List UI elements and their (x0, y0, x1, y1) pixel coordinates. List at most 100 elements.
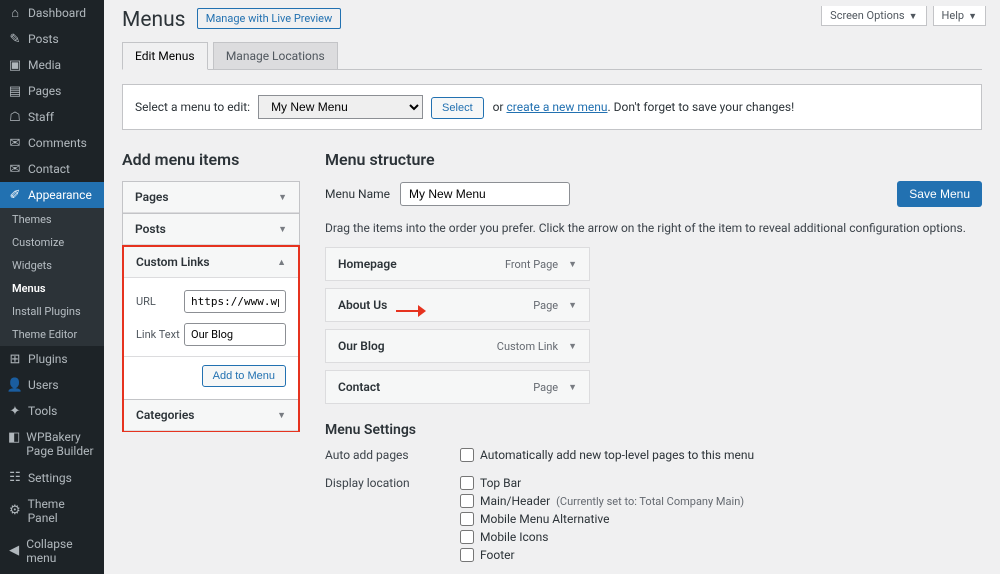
triangle-up-icon: ▲ (277, 257, 286, 268)
help-label: Help (942, 9, 965, 22)
menu-item[interactable]: Our BlogCustom Link▼ (325, 329, 590, 363)
sidebar-item-staff[interactable]: ☖Staff (0, 104, 104, 130)
panel-pages[interactable]: Pages ▼ (123, 182, 299, 213)
menu-structure-heading: Menu structure (325, 150, 982, 169)
sidebar-sub-editor[interactable]: Theme Editor (0, 323, 104, 346)
sidebar-sub-menus[interactable]: Menus (0, 277, 104, 300)
screen-options-tab[interactable]: Screen Options▼ (821, 6, 926, 26)
or-text: or (493, 100, 504, 114)
panel-custom-links[interactable]: Custom Links▲ (124, 247, 298, 278)
sidebar-sub-install[interactable]: Install Plugins (0, 300, 104, 323)
envelope-icon: ✉ (8, 162, 22, 176)
sidebar-item-users[interactable]: 👤Users (0, 372, 104, 398)
sidebar-label: Staff (28, 110, 54, 124)
create-new-menu-link[interactable]: create a new menu (506, 100, 607, 114)
sidebar-item-settings[interactable]: ☷Settings (0, 465, 104, 491)
caret-down-icon: ▼ (968, 12, 977, 22)
add-to-menu-button[interactable]: Add to Menu (202, 365, 286, 387)
menu-item[interactable]: HomepageFront Page▼ (325, 247, 590, 281)
sidebar-sub-themes[interactable]: Themes (0, 208, 104, 231)
tab-manage-locations[interactable]: Manage Locations (213, 42, 338, 69)
sidebar-item-appearance[interactable]: ✐Appearance (0, 182, 104, 208)
triangle-down-icon: ▼ (278, 192, 287, 203)
highlighted-annotation: Custom Links▲ URL Link Text Ad (122, 245, 300, 432)
sidebar-label: Posts (28, 32, 59, 46)
panel-title: Categories (136, 408, 194, 422)
sidebar-item-collapse[interactable]: ◀ Collapse menu (0, 531, 104, 571)
drag-instructions: Drag the items into the order you prefer… (325, 221, 982, 235)
menu-name-label: Menu Name (325, 187, 390, 201)
menu-item-type: Custom Link (497, 340, 558, 353)
sidebar-item-posts[interactable]: ✎Posts (0, 26, 104, 52)
location-checkbox[interactable] (460, 494, 474, 508)
url-label: URL (136, 295, 184, 308)
menu-name-input[interactable] (400, 182, 570, 206)
triangle-down-icon: ▼ (278, 224, 287, 235)
location-checkbox[interactable] (460, 548, 474, 562)
menu-items-list: HomepageFront Page▼About UsPage▼Our Blog… (325, 247, 590, 404)
panel-title: Posts (135, 222, 166, 236)
triangle-down-icon[interactable]: ▼ (568, 300, 577, 311)
help-tab[interactable]: Help▼ (933, 6, 986, 26)
sidebar-item-pages[interactable]: ▤Pages (0, 78, 104, 104)
custom-link-text-input[interactable] (184, 323, 286, 346)
add-menu-items-column: Add menu items Pages ▼ Posts ▼ Custom Link… (122, 150, 300, 574)
location-checkbox[interactable] (460, 512, 474, 526)
sidebar-label: Collapse menu (26, 537, 96, 565)
location-text: Main/Header (480, 494, 550, 508)
menu-structure-column: Menu structure Menu Name Save Menu Drag … (325, 150, 982, 574)
location-text: Top Bar (480, 476, 521, 490)
sidebar-item-theme-panel[interactable]: ⚙Theme Panel (0, 491, 104, 531)
location-subtext: (Currently set to: Total Company Main) (556, 495, 744, 508)
dashboard-icon: ⌂ (8, 6, 22, 20)
tab-edit-menus[interactable]: Edit Menus (122, 42, 208, 70)
location-text: Footer (480, 548, 515, 562)
plugin-icon: ⊞ (8, 352, 22, 366)
sidebar-label: Dashboard (28, 6, 86, 20)
panel-posts[interactable]: Posts ▼ (123, 214, 299, 245)
auto-add-checkbox[interactable] (460, 448, 474, 462)
menu-select[interactable]: My New Menu (258, 95, 423, 119)
sidebar-sub-widgets[interactable]: Widgets (0, 254, 104, 277)
sidebar-label: Theme Panel (28, 497, 96, 525)
select-menu-label: Select a menu to edit: (135, 100, 250, 114)
menu-item-type: Page (533, 299, 558, 312)
add-items-heading: Add menu items (122, 150, 300, 169)
collapse-icon: ◀ (8, 544, 20, 558)
sidebar-item-tools[interactable]: ✦Tools (0, 398, 104, 424)
sidebar-label: Pages (28, 84, 61, 98)
triangle-down-icon[interactable]: ▼ (568, 382, 577, 393)
save-menu-button-top[interactable]: Save Menu (897, 181, 982, 207)
panel-categories[interactable]: Categories ▼ (124, 400, 298, 431)
menu-item[interactable]: About UsPage▼ (325, 288, 590, 322)
sidebar-item-dashboard[interactable]: ⌂ Dashboard (0, 0, 104, 26)
menu-item[interactable]: ContactPage▼ (325, 370, 590, 404)
sidebar-item-plugins[interactable]: ⊞Plugins (0, 346, 104, 372)
custom-link-url-input[interactable] (184, 290, 286, 313)
sidebar-item-wpbakery[interactable]: ◧WPBakery Page Builder (0, 424, 104, 465)
select-button[interactable]: Select (431, 97, 484, 119)
triangle-down-icon: ▼ (277, 410, 286, 421)
triangle-down-icon[interactable]: ▼ (568, 341, 577, 352)
sidebar-item-contact[interactable]: ✉Contact (0, 156, 104, 182)
sidebar-label: Comments (28, 136, 87, 150)
sidebar-sub-customize[interactable]: Customize (0, 231, 104, 254)
page-title: Menus (122, 8, 185, 32)
location-checkbox[interactable] (460, 476, 474, 490)
nav-tab-wrapper: Edit Menus Manage Locations (122, 42, 982, 70)
screen-options-label: Screen Options (830, 9, 904, 22)
user-icon: 👤 (8, 378, 22, 392)
sliders-icon: ☷ (8, 471, 22, 485)
location-text: Mobile Menu Alternative (480, 512, 610, 526)
location-checkbox[interactable] (460, 530, 474, 544)
sidebar-item-comments[interactable]: ✉Comments (0, 130, 104, 156)
triangle-down-icon[interactable]: ▼ (568, 259, 577, 270)
sidebar-submenu: Themes Customize Widgets Menus Install P… (0, 208, 104, 346)
panel-title: Pages (135, 190, 169, 204)
sidebar-item-media[interactable]: ▣Media (0, 52, 104, 78)
sidebar-label: Tools (28, 404, 57, 418)
menu-item-title: Homepage (338, 257, 505, 271)
admin-sidebar: ⌂ Dashboard ✎Posts ▣Media ▤Pages ☖Staff ✉… (0, 0, 104, 574)
live-preview-button[interactable]: Manage with Live Preview (197, 8, 342, 29)
main-content: Screen Options▼ Help▼ Menus Manage with … (104, 0, 1000, 574)
